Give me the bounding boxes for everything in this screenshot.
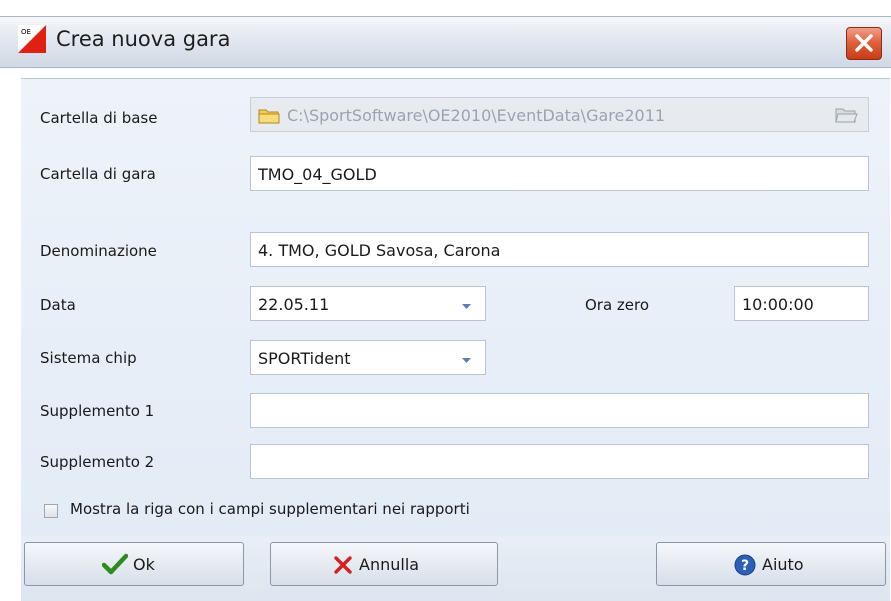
cancel-button-label: Annulla [359, 555, 420, 574]
dialog-title: Crea nuova gara [56, 27, 231, 51]
help-button[interactable]: ? Aiuto [656, 542, 886, 586]
name-label: Denominazione [40, 242, 157, 260]
show-supplement-row-label[interactable]: Mostra la riga con i campi supplementari… [70, 500, 470, 518]
zero-time-label: Ora zero [585, 296, 650, 314]
ok-button-label: Ok [133, 555, 155, 574]
show-supplement-row-checkbox[interactable] [44, 504, 58, 518]
svg-text:?: ? [741, 558, 749, 574]
base-folder-label: Cartella di base [40, 109, 158, 127]
chip-system-dropdown[interactable]: SPORTident [250, 340, 486, 375]
chip-system-label: Sistema chip [40, 349, 137, 367]
zero-time-value: 10:00:00 [742, 295, 814, 314]
date-dropdown[interactable]: 22.05.11 [250, 286, 486, 321]
chevron-down-icon [462, 358, 471, 363]
dialog-window: OE Crea nuova gara Cartella di base C:\S… [0, 0, 891, 601]
supplement1-input[interactable] [250, 393, 869, 428]
checkmark-icon [102, 553, 128, 575]
event-name-input[interactable]: 4. TMO, GOLD Savosa, Carona [250, 232, 869, 267]
svg-text:OE: OE [21, 28, 31, 36]
chip-system-value: SPORTident [258, 349, 351, 368]
close-icon [855, 34, 873, 52]
base-folder-field: C:\SportSoftware\OE2010\EventData\Gare20… [250, 97, 869, 132]
supplement1-label: Supplemento 1 [40, 402, 155, 420]
event-folder-input[interactable]: TMO_04_GOLD [250, 156, 869, 191]
supplement2-label: Supplemento 2 [40, 453, 155, 471]
zero-time-input[interactable]: 10:00:00 [734, 286, 869, 321]
form-panel: Cartella di base C:\SportSoftware\OE2010… [21, 78, 890, 537]
event-name-value: 4. TMO, GOLD Savosa, Carona [258, 241, 501, 260]
help-icon: ? [734, 554, 756, 576]
orienteering-flag-icon: OE [18, 25, 46, 53]
event-folder-label: Cartella di gara [40, 165, 156, 183]
event-folder-value: TMO_04_GOLD [258, 165, 377, 184]
title-bar[interactable]: OE Crea nuova gara [0, 16, 891, 68]
help-button-label: Aiuto [762, 555, 804, 574]
chevron-down-icon [462, 304, 471, 309]
base-folder-value: C:\SportSoftware\OE2010\EventData\Gare20… [287, 106, 666, 125]
browse-folder-icon[interactable] [834, 106, 858, 124]
supplement2-input[interactable] [250, 444, 869, 479]
x-icon [334, 556, 352, 574]
close-button[interactable] [846, 27, 882, 60]
date-label: Data [40, 296, 76, 314]
date-value: 22.05.11 [258, 295, 330, 314]
cancel-button[interactable]: Annulla [270, 542, 498, 586]
folder-icon [258, 109, 280, 124]
ok-button[interactable]: Ok [24, 542, 244, 586]
